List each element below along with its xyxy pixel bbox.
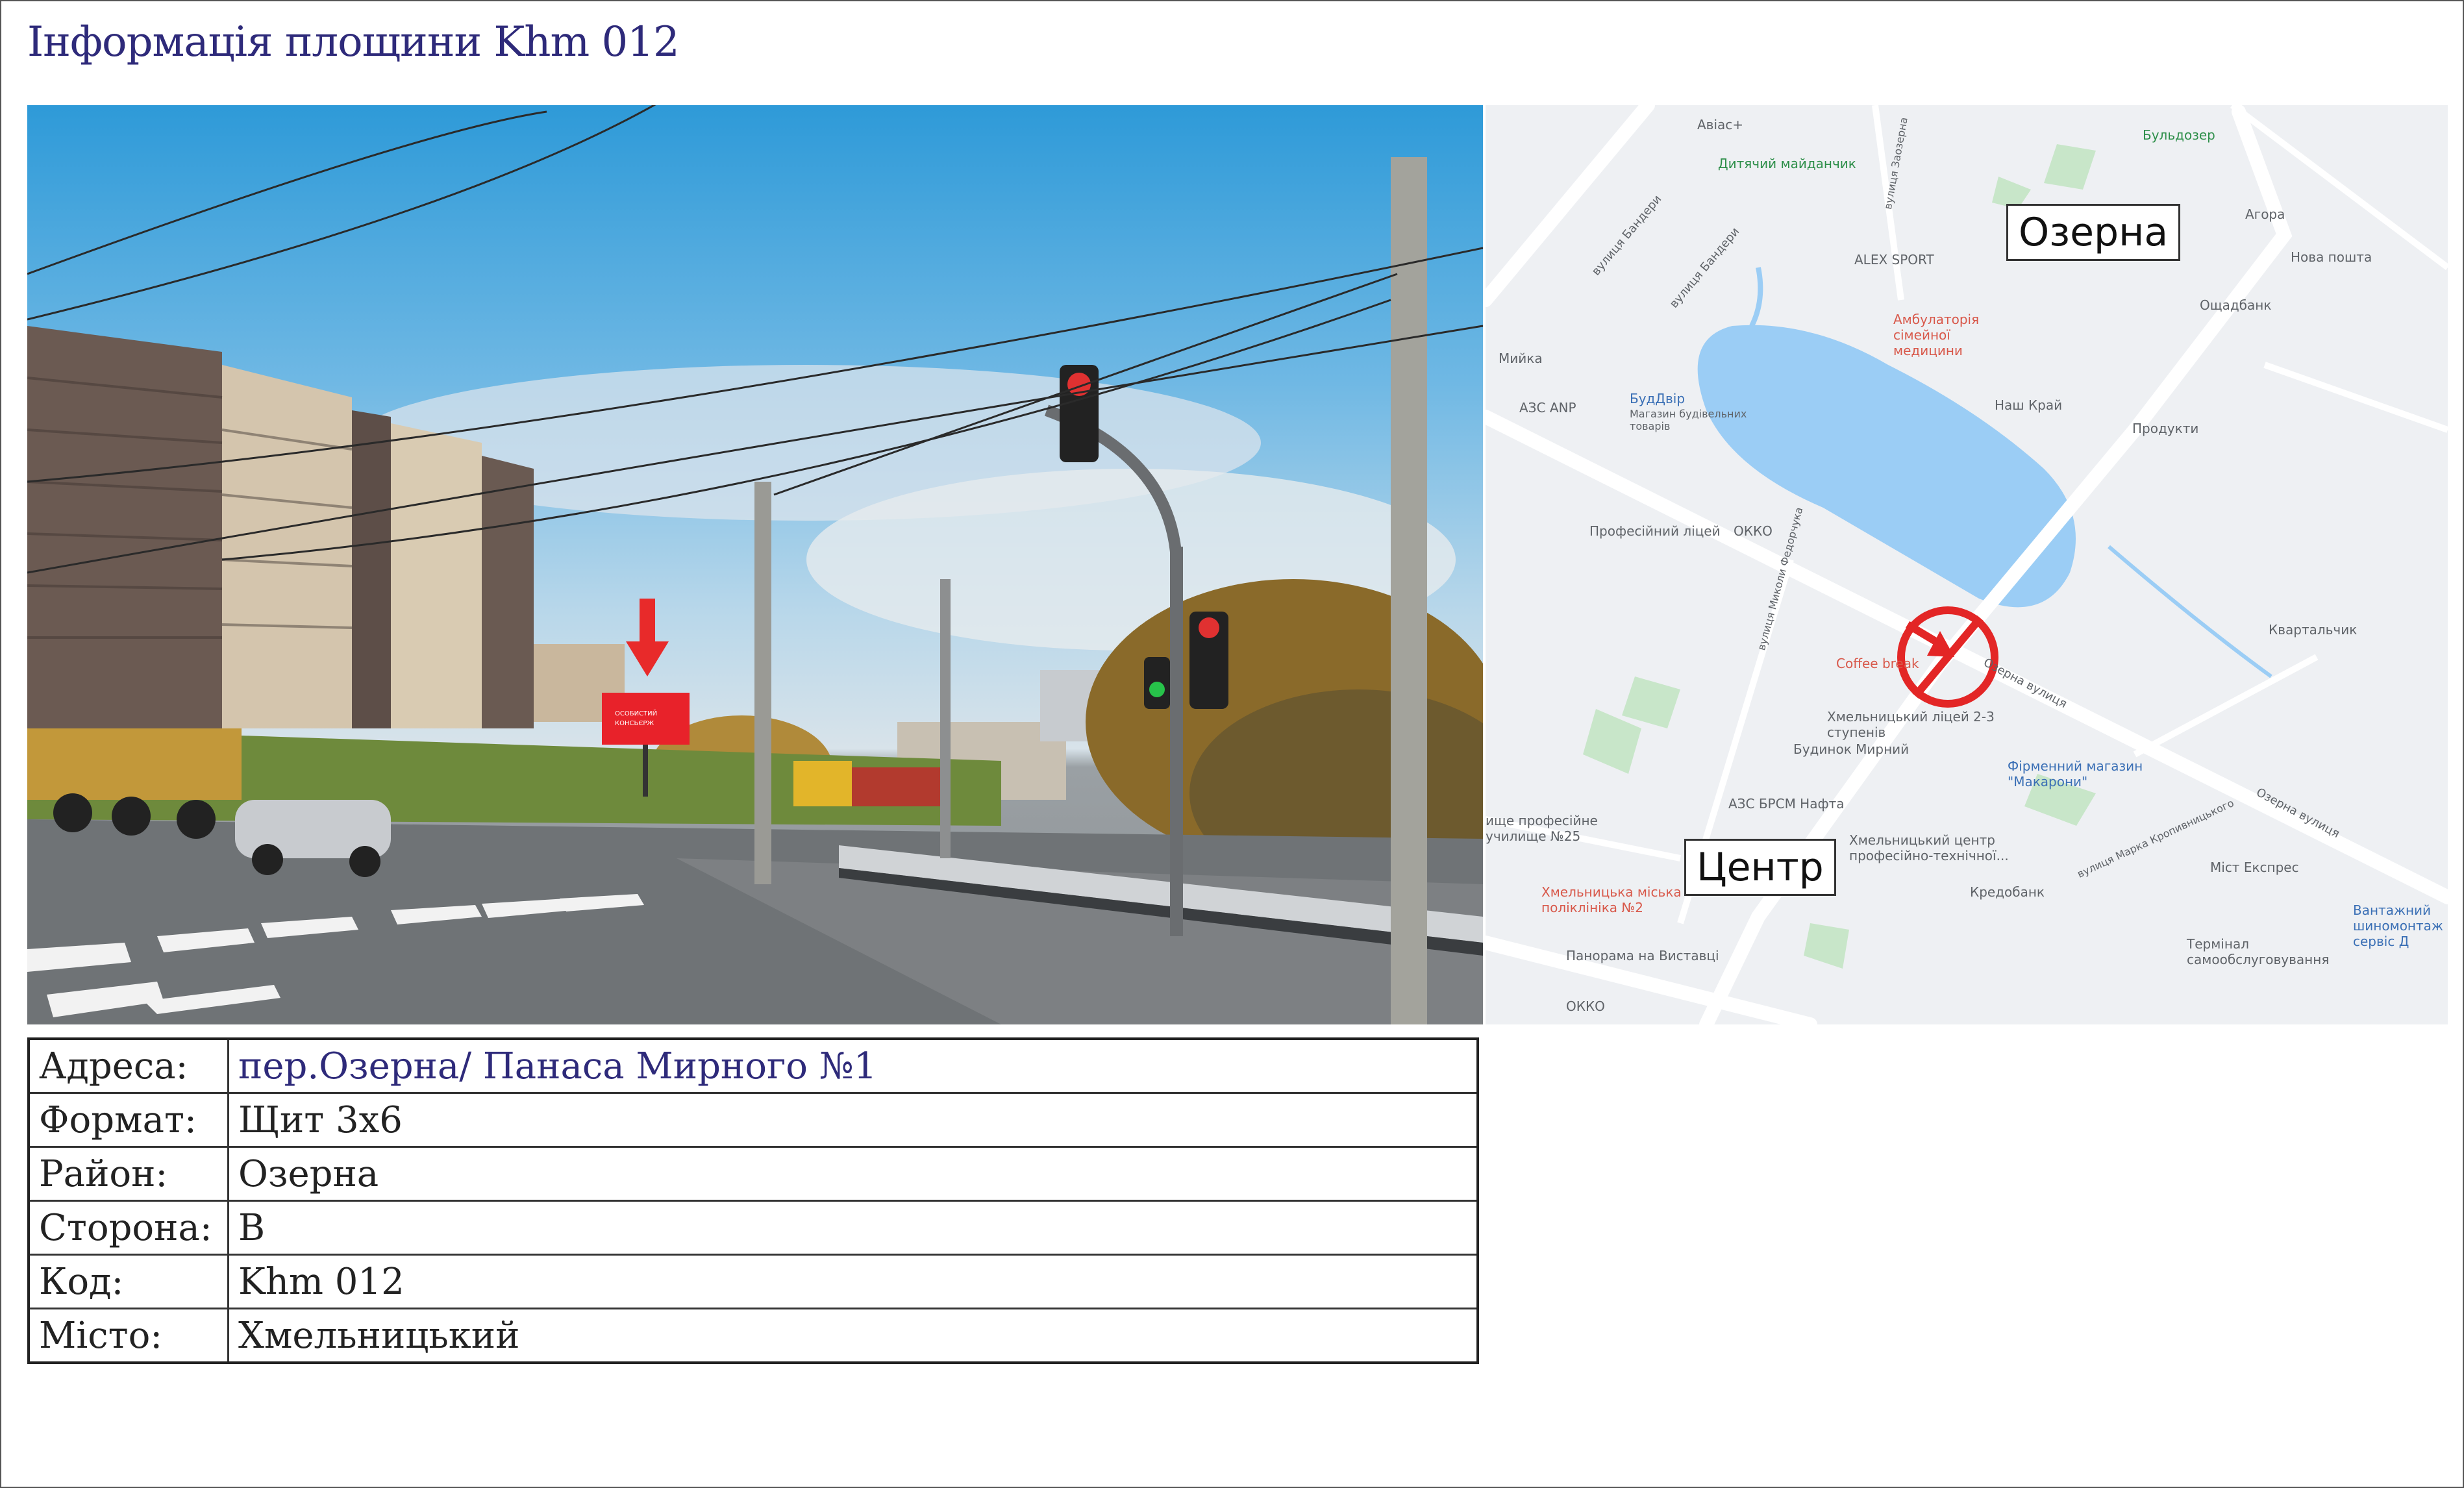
svg-text:КОНСЬЄРЖ: КОНСЬЄРЖ [615, 720, 654, 727]
map-poi: Продукти [2132, 421, 2199, 436]
info-value-district: Озерна [227, 1146, 1479, 1202]
map-poi: АЗС БРСМ Нафта [1728, 796, 1845, 812]
map-poi: Амбулаторія сімейної медицини [1893, 312, 1980, 358]
info-row-district: Район: Озерна [27, 1146, 1479, 1202]
info-key: Район: [27, 1146, 229, 1202]
map-poi: Бульдозер [2143, 127, 2215, 143]
info-value-format: Щит 3х6 [227, 1092, 1479, 1148]
map-poi: Термінал самообслуговування [2187, 936, 2330, 967]
map-poi: ALEX SPORT [1854, 252, 1934, 267]
info-row-code: Код: Khm 012 [27, 1254, 1479, 1309]
map-poi: Авіас+ [1697, 117, 1744, 132]
map-poi: Хмельницька міська поліклініка №2 [1541, 884, 1682, 915]
street-scene-illustration: ОСОБИСТИЙ КОНСЬЄРЖ [27, 105, 1483, 1024]
info-key: Код: [27, 1254, 229, 1309]
info-value-address: пер.Озерна/ Панаса Мирного №1 [227, 1037, 1479, 1094]
map-poi: Нова пошта [2291, 249, 2372, 265]
info-row-format: Формат: Щит 3х6 [27, 1092, 1479, 1148]
info-row-address: Адреса: пер.Озерна/ Панаса Мирного №1 [27, 1037, 1479, 1094]
info-value-code: Khm 012 [227, 1254, 1479, 1309]
map-poi: Наш Край [1995, 397, 2063, 413]
map-poi: Кредобанк [1970, 884, 2045, 900]
map-poi: Професійний ліцей [1589, 523, 1721, 539]
district-label-ozerna: Озерна [2006, 204, 2181, 261]
map-poi: Міст Експрес [2210, 860, 2299, 875]
map-poi: АЗС ANP [1519, 400, 1576, 415]
district-label-tsentr: Центр [1684, 839, 1836, 896]
map-poi: Квартальчик [2269, 622, 2358, 638]
location-map: Озерна Центр Авіас+ Бульдозер Дитячий ма… [1486, 105, 2448, 1024]
location-info-table: Адреса: пер.Озерна/ Панаса Мирного №1 Фо… [27, 1037, 1479, 1364]
map-poi: ОККО [1566, 998, 1605, 1014]
map-poi: Хмельницький ліцей 2-3 ступенів [1827, 709, 1995, 740]
billboard-text: ОСОБИСТИЙ [615, 709, 657, 717]
location-photo: ОСОБИСТИЙ КОНСЬЄРЖ [27, 105, 1483, 1024]
billboard-pointer-arrow [626, 599, 669, 676]
info-value-city: Хмельницький [227, 1308, 1479, 1364]
map-poi: Дитячий майданчик [1718, 156, 1856, 171]
map-poi: ОККО [1734, 523, 1773, 539]
map-poi: Мийка [1499, 351, 1543, 366]
map-poi: Магазин будівельних товарів [1630, 408, 1747, 432]
map-poi: Ощадбанк [2200, 297, 2272, 313]
map-poi: Хмельницький центр професійно-технічної.… [1849, 832, 2009, 863]
info-key: Сторона: [27, 1200, 229, 1256]
info-value-side: В [227, 1200, 1479, 1256]
map-poi: ище професійне училище №25 [1486, 813, 1598, 844]
info-row-side: Сторона: В [27, 1200, 1479, 1256]
info-key: Місто: [27, 1308, 229, 1364]
map-poi: Агора [2245, 206, 2285, 222]
map-poi: Фірменний магазин "Макарони" [2008, 758, 2143, 789]
page-title: Інформація площини Khm 012 [27, 18, 680, 66]
info-key: Адреса: [27, 1037, 229, 1094]
map-poi: БудДвір [1630, 391, 1686, 406]
map-poi: Панорама на Виставці [1566, 948, 1719, 963]
info-key: Формат: [27, 1092, 229, 1148]
map-poi: Вантажний шиномонтаж сервіс Д [2353, 902, 2443, 949]
map-poi: Будинок Мирний [1793, 741, 1910, 757]
map-poi: Coffee break [1836, 656, 1919, 671]
info-row-city: Місто: Хмельницький [27, 1308, 1479, 1364]
